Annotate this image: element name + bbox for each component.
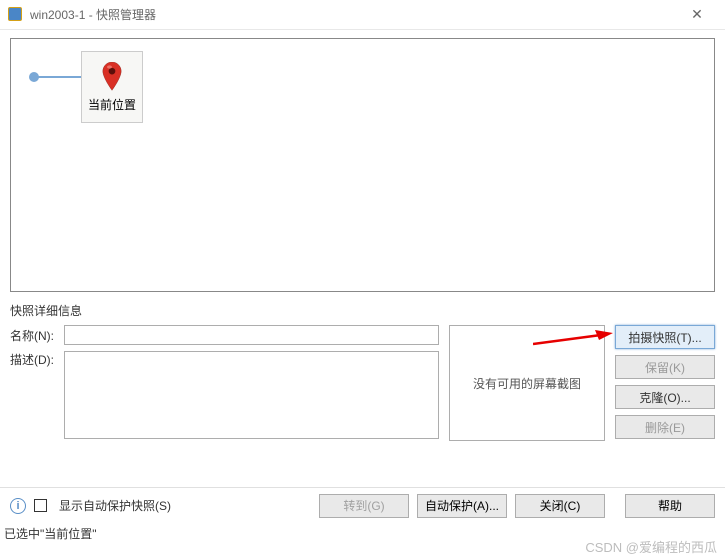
- annotation-arrow-icon: [533, 330, 613, 348]
- tree-connector: [33, 76, 81, 78]
- show-autoprotect-label: 显示自动保护快照(S): [59, 497, 171, 514]
- autoprotect-button[interactable]: 自动保护(A)...: [417, 494, 507, 518]
- name-input[interactable]: [64, 325, 439, 345]
- titlebar: win2003-1 - 快照管理器 ✕: [0, 0, 725, 30]
- node-label: 当前位置: [88, 96, 136, 113]
- bottom-toolbar: i 显示自动保护快照(S) 转到(G) 自动保护(A)... 关闭(C) 帮助: [0, 487, 725, 523]
- close-icon[interactable]: ✕: [677, 1, 717, 29]
- map-pin-icon: [102, 62, 122, 92]
- info-icon[interactable]: i: [10, 498, 26, 514]
- window-title: win2003-1 - 快照管理器: [30, 6, 156, 23]
- detail-section: 快照详细信息 名称(N): 描述(D): 没有可用的屏幕截图 拍摄快照(T)..…: [10, 296, 715, 445]
- preview-placeholder: 没有可用的屏幕截图: [473, 375, 581, 392]
- clone-button[interactable]: 克隆(O)...: [615, 385, 715, 409]
- goto-button: 转到(G): [319, 494, 409, 518]
- status-text: 已选中"当前位置": [4, 525, 97, 542]
- app-icon: [8, 7, 24, 23]
- take-snapshot-button[interactable]: 拍摄快照(T)...: [615, 325, 715, 349]
- name-label: 名称(N):: [10, 327, 64, 344]
- watermark-text: CSDN @爱编程的西瓜: [585, 537, 717, 556]
- description-label: 描述(D):: [10, 351, 64, 368]
- snapshot-tree[interactable]: 当前位置: [10, 38, 715, 292]
- current-position-node[interactable]: 当前位置: [81, 51, 143, 123]
- description-input[interactable]: [64, 351, 439, 439]
- help-button[interactable]: 帮助: [625, 494, 715, 518]
- keep-button: 保留(K): [615, 355, 715, 379]
- show-autoprotect-checkbox[interactable]: [34, 499, 47, 512]
- delete-button: 删除(E): [615, 415, 715, 439]
- detail-section-title: 快照详细信息: [10, 302, 715, 319]
- close-button[interactable]: 关闭(C): [515, 494, 605, 518]
